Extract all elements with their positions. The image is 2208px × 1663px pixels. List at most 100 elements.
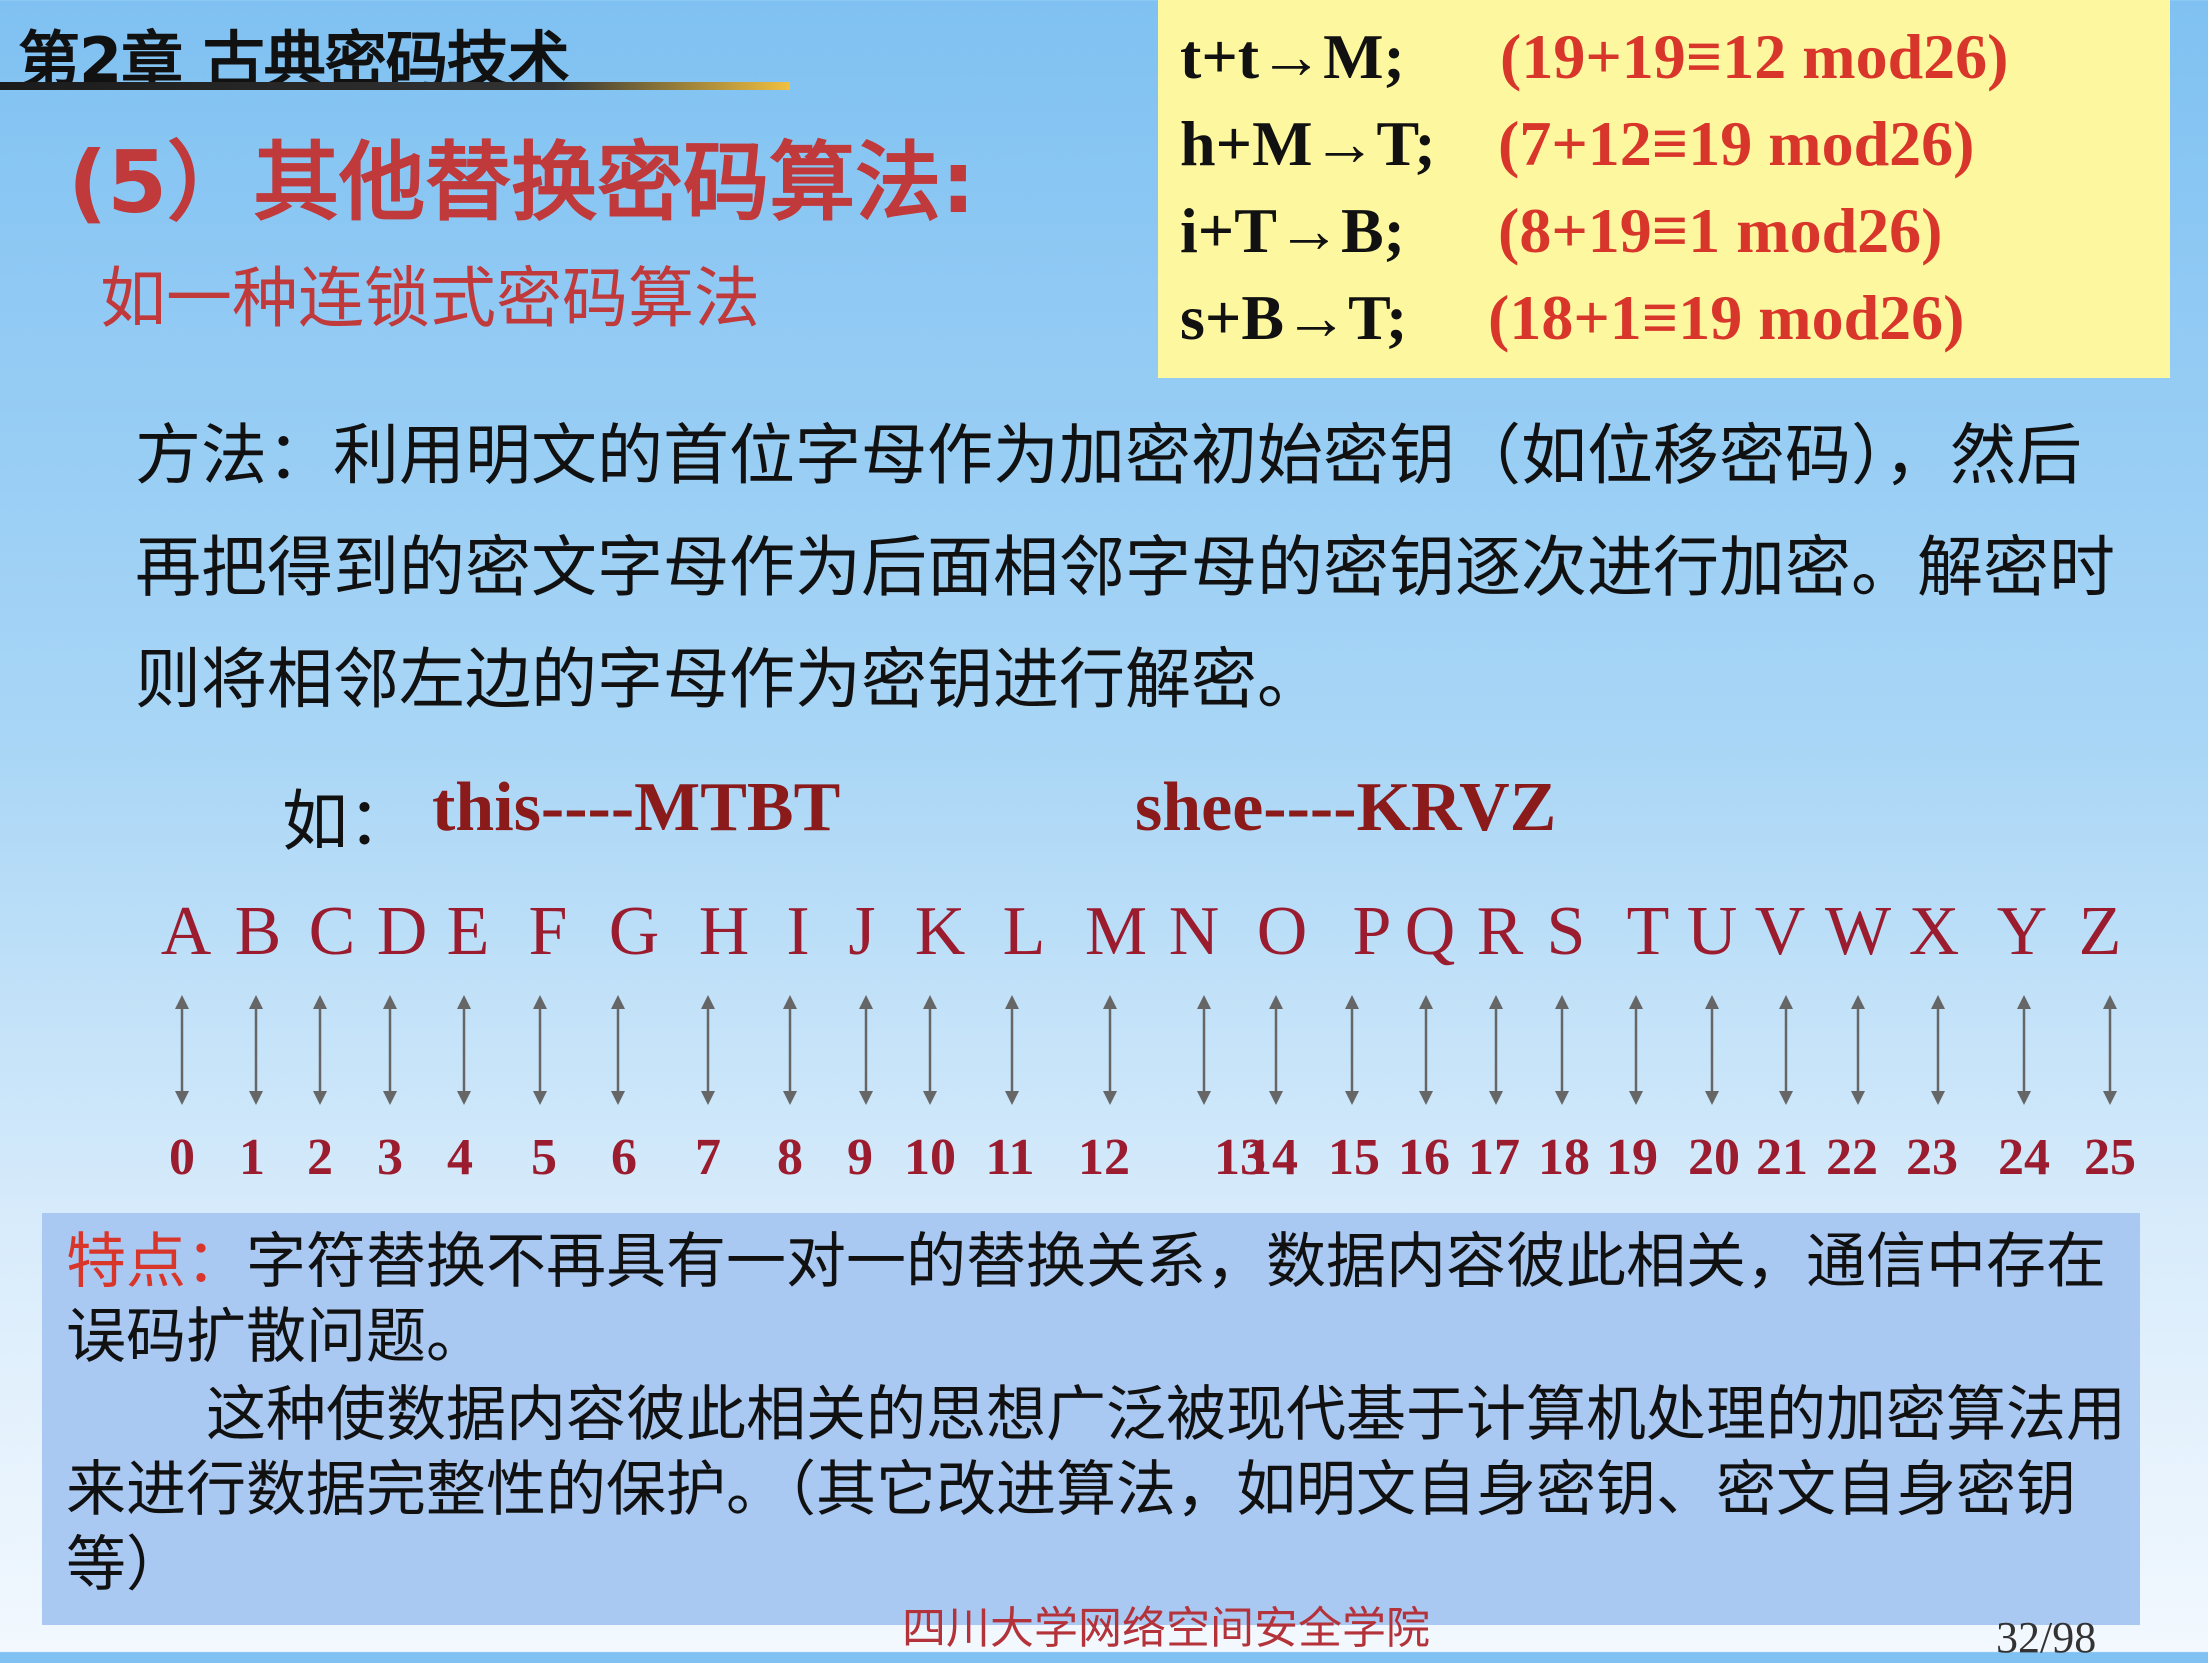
alphabet-letter-c: C <box>308 893 356 970</box>
alphabet-number: 20 <box>1688 1129 1740 1186</box>
alphabet-letter-i: I <box>786 893 810 970</box>
double-arrow-icon <box>1489 995 1503 1105</box>
formula-line: s+B→T; (18+1≡19 mod26) <box>1180 281 1964 355</box>
alphabet-number: 23 <box>1906 1129 1958 1186</box>
formula-line: i+T→B; (8+19≡1 mod26) <box>1180 194 1942 268</box>
alphabet-letter-k: K <box>914 893 966 970</box>
formula-lhs: t+t→M; <box>1180 21 1405 92</box>
double-arrow-icon <box>611 995 625 1105</box>
alphabet-number: 12 <box>1078 1129 1130 1186</box>
double-arrow-icon <box>1269 995 1283 1105</box>
alphabet-letter-m: M <box>1084 893 1148 970</box>
alphabet-number: 14 <box>1246 1129 1298 1186</box>
features-box: 特点：字符替换不再具有一对一的替换关系，数据内容彼此相关，通信中存在误码扩散问题… <box>42 1213 2140 1625</box>
formula-lhs: h+M→T; <box>1180 108 1436 179</box>
alphabet-letter-b: B <box>234 893 282 970</box>
formula-rhs: (19+19≡12 mod26) <box>1500 21 2009 92</box>
alphabet-number: 11 <box>985 1129 1035 1186</box>
example-this: this----MTBT <box>432 769 841 846</box>
alphabet-letter-y: Y <box>1996 893 2048 970</box>
alphabet-number: 22 <box>1826 1129 1878 1186</box>
alphabet-letter-n: N <box>1168 893 1220 970</box>
example-prefix: 如： <box>282 783 414 860</box>
features-paragraph-1: 特点：字符替换不再具有一对一的替换关系，数据内容彼此相关，通信中存在误码扩散问题… <box>66 1225 2126 1375</box>
double-arrow-icon <box>1197 995 1211 1105</box>
double-arrow-icon <box>313 995 327 1105</box>
features-paragraph-2: 这种使数据内容彼此相关的思想广泛被现代基于计算机处理的加密算法用来进行数据完整性… <box>66 1380 2126 1600</box>
alphabet-letter-h: H <box>698 893 750 970</box>
alphabet-letter-e: E <box>446 893 490 970</box>
double-arrow-icon <box>1419 995 1433 1105</box>
double-arrow-icon <box>1005 995 1019 1105</box>
alphabet-letter-z: Z <box>2078 893 2122 970</box>
double-arrow-icon <box>923 995 937 1105</box>
section-title: (5）其他替换密码算法: <box>68 133 976 233</box>
alphabet-letter-s: S <box>1546 893 1586 970</box>
alphabet-number: 0 <box>169 1129 195 1186</box>
double-arrow-icon <box>2103 995 2117 1105</box>
double-arrow-icon <box>1629 995 1643 1105</box>
features-text-1: 字符替换不再具有一对一的替换关系，数据内容彼此相关，通信中存在误码扩散问题。 <box>66 1227 2106 1372</box>
alphabet-number: 8 <box>777 1129 803 1186</box>
double-arrow-icon <box>1931 995 1945 1105</box>
double-arrow-icon <box>1345 995 1359 1105</box>
double-arrow-icon <box>1555 995 1569 1105</box>
alphabet-letter-r: R <box>1476 893 1524 970</box>
alphabet-number: 19 <box>1606 1129 1658 1186</box>
alphabet-letter-f: F <box>528 893 568 970</box>
formula-line: t+t→M; (19+19≡12 mod26) <box>1180 20 2008 94</box>
alphabet-letter-t: T <box>1626 893 1670 970</box>
alphabet-number: 15 <box>1328 1129 1380 1186</box>
formula-box: t+t→M; (19+19≡12 mod26) h+M→T; (7+12≡19 … <box>1158 0 2170 378</box>
formula-rhs: (7+12≡19 mod26) <box>1498 108 1975 179</box>
alphabet-letter-l: L <box>1002 893 1046 970</box>
alphabet-letter-d: D <box>376 893 428 970</box>
alphabet-letter-w: W <box>1824 893 1892 970</box>
alphabet-number: 2 <box>307 1129 333 1186</box>
double-arrow-icon <box>1103 995 1117 1105</box>
double-arrow-icon <box>859 995 873 1105</box>
double-arrow-icon <box>249 995 263 1105</box>
alphabet-number: 1 <box>239 1129 265 1186</box>
chapter-underline <box>0 82 790 90</box>
formula-rhs: (18+1≡19 mod26) <box>1488 282 1965 353</box>
formula-rhs: (8+19≡1 mod26) <box>1498 195 1943 266</box>
alphabet-number: 17 <box>1468 1129 1520 1186</box>
double-arrow-icon <box>383 995 397 1105</box>
double-arrow-icon <box>533 995 547 1105</box>
double-arrow-icon <box>701 995 715 1105</box>
formula-lhs: s+B→T; <box>1180 282 1408 353</box>
alphabet-number: 6 <box>611 1129 637 1186</box>
alphabet-letter-v: V <box>1754 893 1806 970</box>
double-arrow-icon <box>1851 995 1865 1105</box>
features-text: 特点：字符替换不再具有一对一的替换关系，数据内容彼此相关，通信中存在误码扩散问题… <box>66 1225 2126 1603</box>
double-arrow-icon <box>2017 995 2031 1105</box>
double-arrow-icon <box>783 995 797 1105</box>
double-arrow-icon <box>175 995 189 1105</box>
alphabet-number: 21 <box>1756 1129 1808 1186</box>
alphabet-letter-u: U <box>1686 893 1738 970</box>
alphabet-letter-o: O <box>1256 893 1308 970</box>
formula-lhs: i+T→B; <box>1180 195 1405 266</box>
section-subtitle: 如一种连锁式密码算法 <box>100 260 760 337</box>
alphabet-number: 25 <box>2084 1129 2136 1186</box>
features-label: 特点： <box>66 1227 246 1297</box>
alphabet-letter-a: A <box>160 893 212 970</box>
alphabet-number: 3 <box>377 1129 403 1186</box>
double-arrow-icon <box>1779 995 1793 1105</box>
alphabet-number: 5 <box>531 1129 557 1186</box>
alphabet-letter-q: Q <box>1404 893 1456 970</box>
method-paragraph: 方法：利用明文的首位字母作为加密初始密钥（如位移密码），然后再把得到的密文字母作… <box>135 417 2115 718</box>
alphabet-number: 10 <box>904 1129 956 1186</box>
alphabet-letter-g: G <box>608 893 660 970</box>
alphabet-letter-j: J <box>848 893 876 970</box>
alphabet-number: 9 <box>847 1129 873 1186</box>
example-shee: shee----KRVZ <box>1135 769 1557 846</box>
page-number: 32/98 <box>1996 1613 2097 1662</box>
alphabet-number: 4 <box>447 1129 473 1186</box>
alphabet-number: 7 <box>695 1129 721 1186</box>
alphabet-letter-x: X <box>1908 893 1960 970</box>
double-arrow-icon <box>457 995 471 1105</box>
alphabet-letter-p: P <box>1352 893 1392 970</box>
alphabet-number: 18 <box>1538 1129 1590 1186</box>
